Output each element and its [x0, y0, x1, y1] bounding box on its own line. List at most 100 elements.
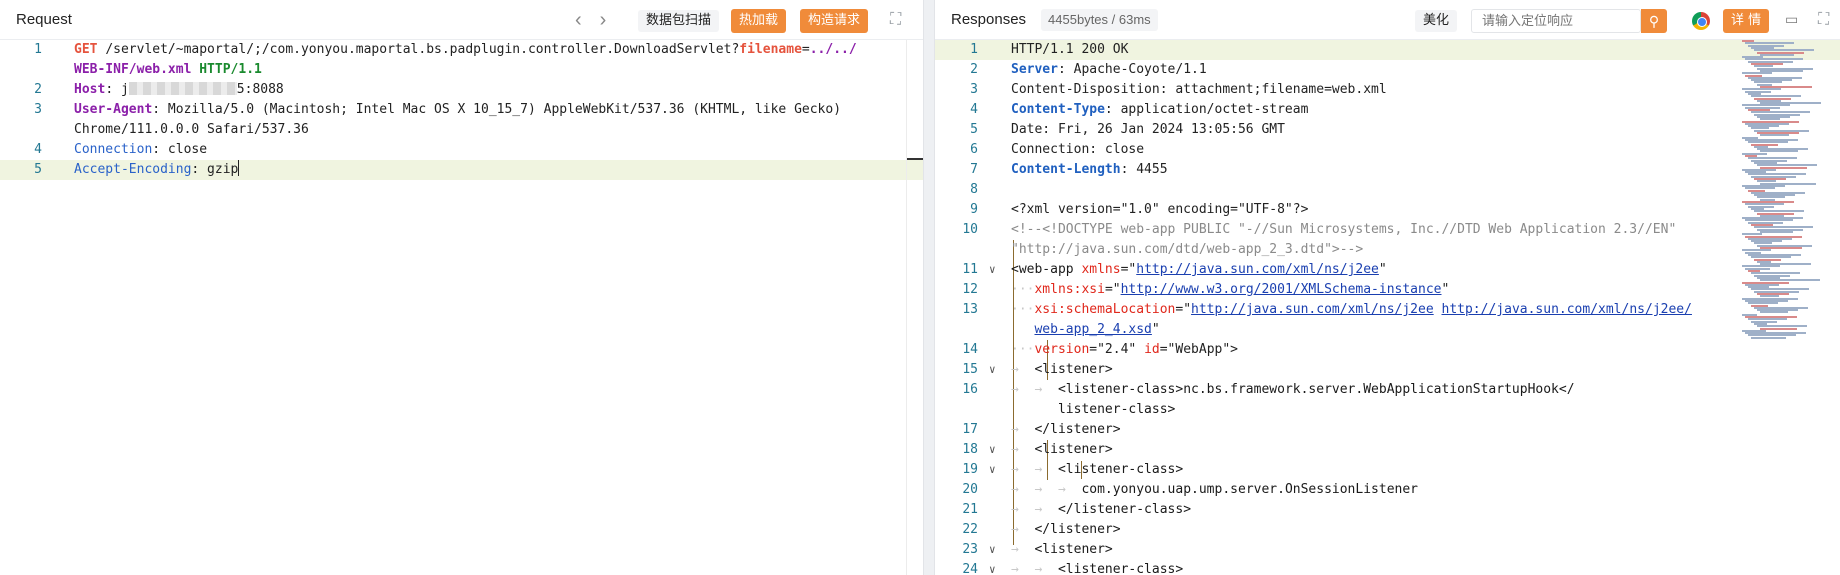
forward-arrow-icon[interactable]: ›	[600, 10, 607, 30]
fold-chevron-icon[interactable]: ∨	[989, 540, 996, 560]
code-line[interactable]: 4 Content-Type: application/octet-stream	[935, 100, 1840, 120]
line-text: → <listener>	[1011, 540, 1113, 560]
line-number: 24	[962, 562, 978, 575]
code-line[interactable]: 8	[935, 180, 1840, 200]
fold-chevron-icon[interactable]: ∨	[989, 360, 996, 380]
code-line[interactable]: 5 Date: Fri, 26 Jan 2024 13:05:56 GMT	[935, 120, 1840, 140]
line-number: 9	[970, 202, 978, 217]
token: ="	[1120, 262, 1137, 277]
code-line[interactable]: 17 → </listener>	[935, 420, 1840, 440]
request-scrollbar[interactable]	[906, 40, 923, 575]
token: →	[1011, 542, 1035, 557]
line-number: 5	[34, 162, 42, 177]
fullscreen-icon[interactable]: ⛶	[890, 10, 901, 30]
token: xmlns	[1081, 262, 1121, 277]
token: →	[1011, 422, 1035, 437]
response-minimap[interactable]	[1738, 40, 1821, 345]
line-text: → → <listener-class>	[1011, 560, 1183, 575]
code-line[interactable]: 5 Accept-Encoding: gzip	[0, 160, 923, 180]
token: Content-Type	[1011, 102, 1105, 117]
code-line[interactable]: 15 ∨ → <listener>	[935, 360, 1840, 380]
token: Content-Disposition: attachment;filename…	[1011, 82, 1387, 97]
code-line[interactable]: 1 HTTP/1.1 200 OK	[935, 40, 1840, 60]
token: : gzip	[191, 162, 239, 177]
token: http://java.sun.com/xml/ns/j2ee	[1191, 302, 1434, 317]
token: →	[1011, 522, 1035, 537]
beautify-button[interactable]: 美化	[1415, 10, 1458, 32]
code-line[interactable]: 3 Content-Disposition: attachment;filenam…	[935, 80, 1840, 100]
code-line[interactable]: 20 → → → com.yonyou.uap.ump.server.OnSess…	[935, 480, 1840, 500]
code-line[interactable]: web-app_2_4.xsd"	[935, 320, 1840, 340]
token: Chrome/111.0.0.0 Safari/537.36	[74, 122, 309, 137]
line-text: → → <listener-class>nc.bs.framework.serv…	[1011, 380, 1575, 400]
code-line[interactable]: 4 Connection: close	[0, 140, 923, 160]
minimap-stroke	[1751, 336, 1786, 339]
code-line[interactable]: 19 ∨ → → <listener-class>	[935, 460, 1840, 480]
build-request-button[interactable]: 构造请求	[800, 9, 869, 33]
line-text: Host: j 5:8088	[74, 80, 284, 100]
code-line[interactable]: 14 ···version="2.4" id="WebApp">	[935, 340, 1840, 360]
line-number: 19	[962, 462, 978, 477]
token: xmlns:xsi	[1034, 282, 1105, 297]
token: : 4455	[1120, 162, 1168, 177]
fold-chevron-icon[interactable]: ∨	[989, 460, 996, 480]
request-editor[interactable]: 1 GET /servlet/~maportal/;/com.yonyou.map…	[0, 40, 923, 575]
code-line[interactable]: "http://java.sun.com/dtd/web-app_2_3.dtd…	[935, 240, 1840, 260]
code-line[interactable]: listener-class>	[935, 400, 1840, 420]
packet-scan-button[interactable]: 数据包扫描	[638, 10, 720, 32]
fullscreen-icon[interactable]: ⛶	[1818, 10, 1829, 30]
code-line[interactable]: WEB-INF/web.xml HTTP/1.1	[0, 60, 923, 80]
search-icon[interactable]: ⚲	[1641, 9, 1667, 33]
hot-load-button[interactable]: 热加载	[731, 9, 787, 33]
fold-chevron-icon[interactable]: ∨	[989, 440, 996, 460]
token: </listener>	[1034, 422, 1121, 437]
token: "	[1378, 262, 1387, 277]
line-text: → </listener>	[1011, 520, 1121, 540]
token: User-Agent	[74, 102, 153, 117]
code-line[interactable]: 2 Server: Apache-Coyote/1.1	[935, 60, 1840, 80]
token: <?xml version="1.0" encoding="UTF-8"?>	[1011, 202, 1309, 217]
code-line[interactable]: 22 → </listener>	[935, 520, 1840, 540]
redacted-host	[128, 82, 237, 95]
token: <listener-class>nc.bs.framework.server.W…	[1057, 382, 1575, 397]
response-editor[interactable]: 1 HTTP/1.1 200 OK 2 Server: Apache-Coyote/1…	[935, 40, 1840, 575]
code-line[interactable]: 6 Connection: close	[935, 140, 1840, 160]
line-number: 10	[962, 222, 978, 237]
token: : Mozilla/5.0 (Macintosh; Intel Mac OS X…	[152, 102, 842, 117]
code-line[interactable]: 9 <?xml version="1.0" encoding="UTF-8"?>	[935, 200, 1840, 220]
line-text: ···version="2.4" id="WebApp">	[1011, 340, 1238, 360]
back-arrow-icon[interactable]: ‹	[575, 10, 582, 30]
minimap-stroke	[1760, 134, 1789, 137]
token: →	[1011, 362, 1035, 377]
code-line[interactable]: 7 Content-Length: 4455	[935, 160, 1840, 180]
code-line[interactable]: Chrome/111.0.0.0 Safari/537.36	[0, 120, 923, 140]
token: listener-class>	[1057, 402, 1176, 417]
token: Content-Length	[1011, 162, 1121, 177]
line-number: 18	[962, 442, 978, 457]
code-line[interactable]: 13 ···xsi:schemaLocation="http://java.sun…	[935, 300, 1840, 320]
code-line[interactable]: 16 → → <listener-class>nc.bs.framework.se…	[935, 380, 1840, 400]
code-line[interactable]: 24 ∨ → → <listener-class>	[935, 560, 1840, 575]
code-line[interactable]: 21 → → </listener-class>	[935, 500, 1840, 520]
detail-button[interactable]: 详 情	[1723, 9, 1770, 33]
chrome-browser-icon[interactable]	[1692, 12, 1710, 30]
token: GET	[74, 42, 98, 57]
code-line[interactable]: 3 User-Agent: Mozilla/5.0 (Macintosh; Int…	[0, 100, 923, 120]
code-line[interactable]: 2 Host: j 5:8088	[0, 80, 923, 100]
code-line[interactable]: 10 <!--<!DOCTYPE web-app PUBLIC "-//Sun M…	[935, 220, 1840, 240]
fold-chevron-icon[interactable]: ∨	[989, 260, 996, 280]
locate-response-input[interactable]	[1471, 9, 1641, 33]
comment-icon[interactable]: ▭	[1785, 11, 1798, 28]
code-line[interactable]: 11 ∨ <web-app xmlns="http://java.sun.com/x…	[935, 260, 1840, 280]
code-line[interactable]: 1 GET /servlet/~maportal/;/com.yonyou.map…	[0, 40, 923, 60]
code-line[interactable]: 23 ∨ → <listener>	[935, 540, 1840, 560]
fold-chevron-icon[interactable]: ∨	[989, 560, 996, 575]
minimap-stroke	[1760, 311, 1788, 314]
token: Server	[1011, 62, 1058, 77]
code-line[interactable]: 12 ···xmlns:xsi="http://www.w3.org/2001/X…	[935, 280, 1840, 300]
code-line[interactable]: 18 ∨ → <listener>	[935, 440, 1840, 460]
token: : Apache-Coyote/1.1	[1057, 62, 1207, 77]
line-text: web-app_2_4.xsd"	[1011, 320, 1159, 340]
token: j	[120, 82, 129, 97]
